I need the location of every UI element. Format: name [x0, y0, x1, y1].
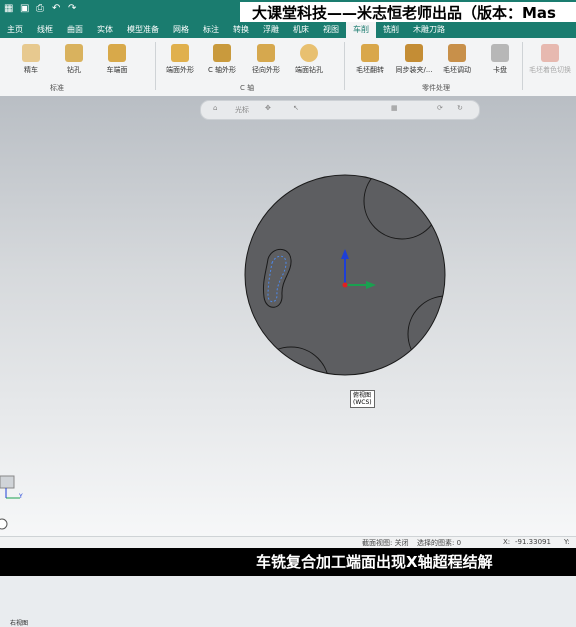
tab-milling[interactable]: 铣削	[376, 22, 406, 38]
graphics-viewport[interactable]: 俯视图 (WCS) Y 右视图	[0, 96, 576, 627]
view-cube	[0, 475, 15, 489]
undo-icon[interactable]: ↶	[52, 4, 62, 14]
stock-shading-toggle-button[interactable]: 毛坯着色切换	[526, 44, 574, 75]
refresh-icon[interactable]: ↻	[457, 104, 463, 112]
tab-home[interactable]: 主页	[0, 22, 30, 38]
x-coord-label: X:	[503, 538, 511, 546]
drill-button[interactable]: 钻孔	[50, 44, 98, 75]
selected-count: 选择的图素: 0	[417, 539, 462, 547]
lock-icon[interactable]: ⌂	[213, 104, 217, 112]
group-label-part-handling: 零件处理	[422, 84, 450, 92]
snap-icon[interactable]: ✥	[265, 104, 271, 112]
section-view-status[interactable]: 截面视图: 关闭	[362, 538, 409, 548]
radial-contour-button[interactable]: 径向外形	[242, 44, 290, 75]
x-coord-value: -91.33091	[515, 538, 551, 546]
separator	[344, 42, 345, 90]
face-drill-button[interactable]: 端面钻孔	[285, 44, 333, 75]
video-subtitle: 车铣复合加工端面出现X轴超程结解	[0, 548, 576, 576]
save-icon[interactable]: ▣	[20, 4, 30, 14]
face-icon	[108, 44, 126, 62]
print-icon[interactable]: ⎙	[36, 4, 46, 14]
tab-solid[interactable]: 实体	[90, 22, 120, 38]
grid-icon[interactable]: ▦	[4, 4, 14, 14]
ribbon-panel: 精车 钻孔 车端面 端面外形 C 轴外形 径向外形 端面钻孔 毛坯翻转 同步装夹…	[0, 38, 576, 97]
c-axis-contour-icon	[213, 44, 231, 62]
tab-model-prep[interactable]: 模型准备	[120, 22, 166, 38]
group-label-c-axis: C 轴	[240, 84, 255, 92]
face-contour-icon	[171, 44, 189, 62]
tab-relief[interactable]: 浮雕	[256, 22, 286, 38]
stock-transfer-button[interactable]: 毛坯调动	[433, 44, 481, 75]
chuck-button[interactable]: 卡盘	[476, 44, 524, 75]
quick-access-toolbar: ▦ ▣ ⎙ ↶ ↷	[4, 4, 78, 14]
stock-flip-button[interactable]: 毛坯翻转	[346, 44, 394, 75]
tab-surface[interactable]: 曲面	[60, 22, 90, 38]
select-icon[interactable]: ↖	[293, 104, 299, 112]
finish-turn-button[interactable]: 精车	[7, 44, 55, 75]
sync-chuck-icon	[405, 44, 423, 62]
stock-transfer-icon	[448, 44, 466, 62]
group-label-standard: 标准	[50, 84, 64, 92]
tab-wireframe[interactable]: 线框	[30, 22, 60, 38]
chuck-icon	[491, 44, 509, 62]
sync-chuck-button[interactable]: 同步装夹/...	[390, 44, 438, 75]
separator	[522, 42, 523, 90]
viewport-toolbar[interactable]: ⌂ 光标 ✥ ↖ ▦ ⟳ ↻	[200, 100, 480, 120]
y-coord-label: Y:	[564, 538, 570, 546]
view-indicator	[0, 518, 8, 530]
tab-view[interactable]: 视图	[316, 22, 346, 38]
ribbon-tabs: 主页 线框 曲面 实体 模型准备 网格 标注 转换 浮雕 机床 视图 车削 铣削…	[0, 22, 576, 38]
tab-turning[interactable]: 车削	[346, 22, 376, 38]
face-button[interactable]: 车端面	[93, 44, 141, 75]
part-drawing	[0, 174, 446, 530]
rotate-icon[interactable]: ⟳	[437, 104, 443, 112]
tab-machine[interactable]: 机床	[286, 22, 316, 38]
finish-turn-icon	[22, 44, 40, 62]
radial-contour-icon	[257, 44, 275, 62]
face-contour-button[interactable]: 端面外形	[156, 44, 204, 75]
tab-wood-toolpath[interactable]: 木雕刀路	[406, 22, 452, 38]
origin-point	[342, 282, 348, 288]
view-name-label: 右视图	[10, 620, 29, 627]
tab-dimension[interactable]: 标注	[196, 22, 226, 38]
filter-icon[interactable]: ▦	[391, 104, 398, 112]
axis-y-label: Y	[19, 493, 23, 500]
face-drill-icon	[300, 44, 318, 62]
drill-icon	[65, 44, 83, 62]
tab-mesh[interactable]: 网格	[166, 22, 196, 38]
cursor-label[interactable]: 光标	[235, 105, 249, 115]
redo-icon[interactable]: ↷	[68, 4, 78, 14]
c-axis-contour-button[interactable]: C 轴外形	[198, 44, 246, 75]
stock-shading-icon	[541, 44, 559, 62]
watermark-banner: 大课堂科技——米志恒老师出品（版本：Mas	[240, 2, 576, 24]
stock-flip-icon	[361, 44, 379, 62]
wcs-label: 俯视图 (WCS)	[350, 390, 375, 408]
tab-transform[interactable]: 转换	[226, 22, 256, 38]
